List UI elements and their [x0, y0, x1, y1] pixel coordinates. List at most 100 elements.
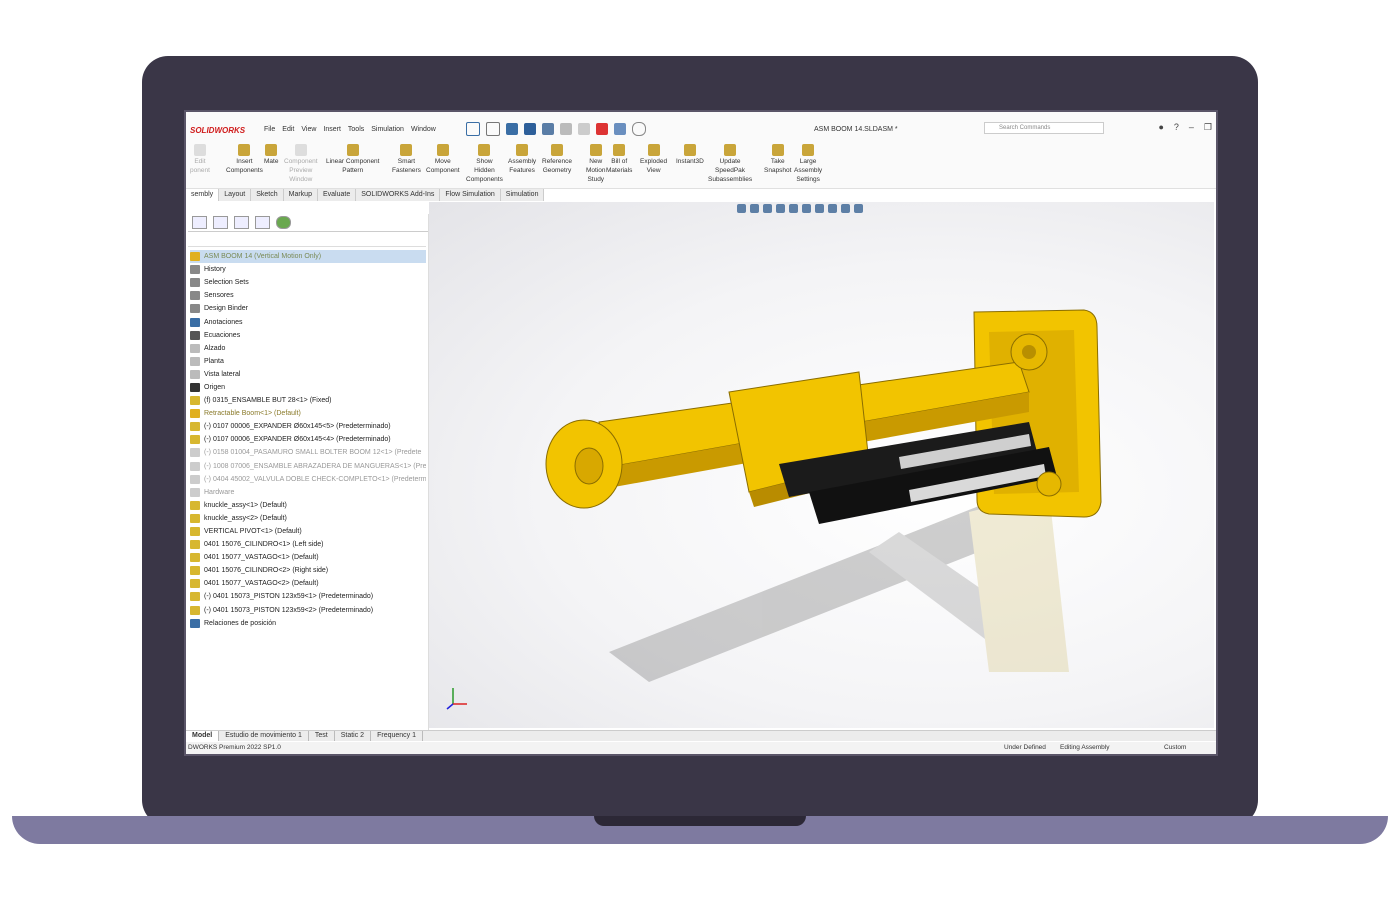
tab-0[interactable]: sembly	[186, 189, 220, 201]
rebuild-icon[interactable]	[596, 123, 608, 135]
select-icon[interactable]	[578, 123, 590, 135]
tree-node[interactable]: (-) 0401 15073_PISTON 123x59<2> (Predete…	[190, 604, 426, 617]
undo-icon[interactable]	[560, 123, 572, 135]
tree-node-label: Relaciones de posición	[204, 619, 276, 627]
menu-window[interactable]: Window	[411, 126, 436, 133]
component-icon	[190, 474, 200, 484]
tree-node[interactable]: knuckle_assy<2> (Default)	[190, 512, 426, 525]
help-icon[interactable]: ?	[1174, 122, 1179, 133]
document-title: ASM BOOM 14.SLDASM *	[814, 126, 898, 133]
restore-icon[interactable]: ❐	[1204, 122, 1212, 133]
study-tab-3[interactable]: Static 2	[335, 731, 372, 741]
print-icon[interactable]	[542, 123, 554, 135]
tree-node[interactable]: Origen	[190, 381, 426, 394]
tree-node[interactable]: 0401 15077_VASTAGO<2> (Default)	[190, 577, 426, 590]
ribbon-button-3[interactable]: Component Preview Window	[284, 142, 318, 184]
component-icon	[190, 396, 200, 406]
tree-node[interactable]: knuckle_assy<1> (Default)	[190, 499, 426, 512]
ribbon-label: Linear Component Pattern	[326, 158, 380, 174]
tree-node[interactable]: 0401 15076_CILINDRO<2> (Right side)	[190, 564, 426, 577]
tree-node[interactable]: 0401 15076_CILINDRO<1> (Left side)	[190, 538, 426, 551]
feature-tree-icon[interactable]	[192, 216, 207, 229]
tree-node[interactable]: Planta	[190, 355, 426, 368]
tab-3[interactable]: Markup	[283, 189, 318, 201]
ribbon-button-14[interactable]: Update SpeedPak Subassemblies	[708, 142, 752, 184]
tab-6[interactable]: Flow Simulation	[440, 189, 501, 201]
tree-node[interactable]: Sensores	[190, 289, 426, 302]
home-icon[interactable]	[466, 122, 480, 136]
ribbon-button-6[interactable]: Move Component	[426, 142, 460, 175]
tree-node[interactable]: Relaciones de posición	[190, 617, 426, 630]
ribbon-button-2[interactable]: Mate	[264, 142, 278, 166]
tree-node[interactable]: Selection Sets	[190, 276, 426, 289]
tab-5[interactable]: SOLIDWORKS Add-Ins	[356, 189, 441, 201]
study-tab-2[interactable]: Test	[309, 731, 335, 741]
menu-edit[interactable]: Edit	[282, 126, 294, 133]
ribbon-button-4[interactable]: Linear Component Pattern	[326, 142, 379, 175]
menu-simulation[interactable]: Simulation	[371, 126, 404, 133]
tab-7[interactable]: Simulation	[500, 189, 545, 201]
study-tab-1[interactable]: Estudio de movimiento 1	[219, 731, 309, 741]
ribbon-button-11[interactable]: Bill of Materials	[606, 142, 632, 175]
search-input[interactable]: Search Commands	[984, 122, 1104, 134]
ribbon-button-1[interactable]: Insert Components	[226, 142, 263, 175]
tree-filter[interactable]	[188, 236, 426, 247]
component-icon	[190, 618, 200, 628]
tree-node[interactable]: History	[190, 263, 426, 276]
tree-node[interactable]: 0401 15077_VASTAGO<1> (Default)	[190, 551, 426, 564]
tree-node[interactable]: (-) 1008 07006_ENSAMBLE ABRAZADERA DE MA…	[190, 460, 426, 473]
ribbon-button-16[interactable]: Large Assembly Settings	[794, 142, 822, 184]
user-icon[interactable]: ●	[1158, 122, 1163, 133]
tree-node[interactable]: Ecuaciones	[190, 329, 426, 342]
tab-4[interactable]: Evaluate	[317, 189, 357, 201]
new-document-icon[interactable]	[486, 122, 500, 136]
appearance-icon[interactable]	[276, 216, 291, 229]
tree-node[interactable]: Hardware	[190, 486, 426, 499]
assembly-model[interactable]	[429, 202, 1214, 728]
ribbon-button-7[interactable]: Show Hidden Components	[466, 142, 503, 184]
tree-node[interactable]: (-) 0107 00006_EXPANDER Ø60x145<4> (Pred…	[190, 433, 426, 446]
menu-insert[interactable]: Insert	[323, 126, 341, 133]
tree-node[interactable]: (-) 0404 45002_VALVULA DOBLE CHECK-COMPL…	[190, 473, 426, 486]
component-icon	[190, 252, 200, 262]
ribbon-button-12[interactable]: Exploded View	[640, 142, 667, 175]
study-tab-0[interactable]: Model	[186, 731, 220, 741]
tree-node[interactable]: Design Binder	[190, 302, 426, 315]
graphics-area[interactable]	[429, 202, 1214, 728]
component-icon	[190, 317, 200, 327]
ribbon-button-0[interactable]: Edit ponent	[190, 142, 210, 175]
gear-icon[interactable]	[632, 122, 646, 136]
configuration-icon[interactable]	[234, 216, 249, 229]
units-status[interactable]: Custom	[1164, 744, 1186, 751]
save-icon[interactable]	[524, 123, 536, 135]
tree-node-label: Retractable Boom<1> (Default)	[204, 410, 301, 418]
tree-node-label: Selection Sets	[204, 279, 249, 287]
tree-node[interactable]: Anotaciones	[190, 315, 426, 328]
ribbon-button-5[interactable]: Smart Fasteners	[392, 142, 421, 175]
property-manager-icon[interactable]	[213, 216, 228, 229]
menu-tools[interactable]: Tools	[348, 126, 364, 133]
ribbon-button-10[interactable]: New Motion Study	[586, 142, 606, 184]
menu-view[interactable]: View	[301, 126, 316, 133]
open-icon[interactable]	[506, 123, 518, 135]
ribbon-button-15[interactable]: Take Snapshot	[764, 142, 791, 175]
minimize-icon[interactable]: –	[1189, 122, 1194, 133]
tree-node[interactable]: ASM BOOM 14 (Vertical Motion Only)	[190, 250, 426, 264]
tree-node[interactable]: (f) 0315_ENSAMBLE BUT 28<1> (Fixed)	[190, 394, 426, 407]
tree-node[interactable]: VERTICAL PIVOT<1> (Default)	[190, 525, 426, 538]
ribbon-button-9[interactable]: Reference Geometry	[542, 142, 572, 175]
tree-node[interactable]: Vista lateral	[190, 368, 426, 381]
ribbon-button-8[interactable]: Assembly Features	[508, 142, 536, 175]
ribbon-button-13[interactable]: Instant3D	[676, 142, 704, 166]
dimxpert-icon[interactable]	[255, 216, 270, 229]
file-properties-icon[interactable]	[614, 123, 626, 135]
tree-node[interactable]: (-) 0158 01004_PASAMURO SMALL BOLTER BOO…	[190, 446, 426, 459]
tree-node[interactable]: Retractable Boom<1> (Default)	[190, 407, 426, 420]
tab-1[interactable]: Layout	[219, 189, 252, 201]
tree-node[interactable]: (-) 0107 00006_EXPANDER Ø60x145<5> (Pred…	[190, 420, 426, 433]
study-tab-4[interactable]: Frequency 1	[371, 731, 424, 741]
menu-file[interactable]: File	[264, 126, 275, 133]
tab-2[interactable]: Sketch	[251, 189, 284, 201]
tree-node[interactable]: Alzado	[190, 342, 426, 355]
tree-node[interactable]: (-) 0401 15073_PISTON 123x59<1> (Predete…	[190, 590, 426, 603]
